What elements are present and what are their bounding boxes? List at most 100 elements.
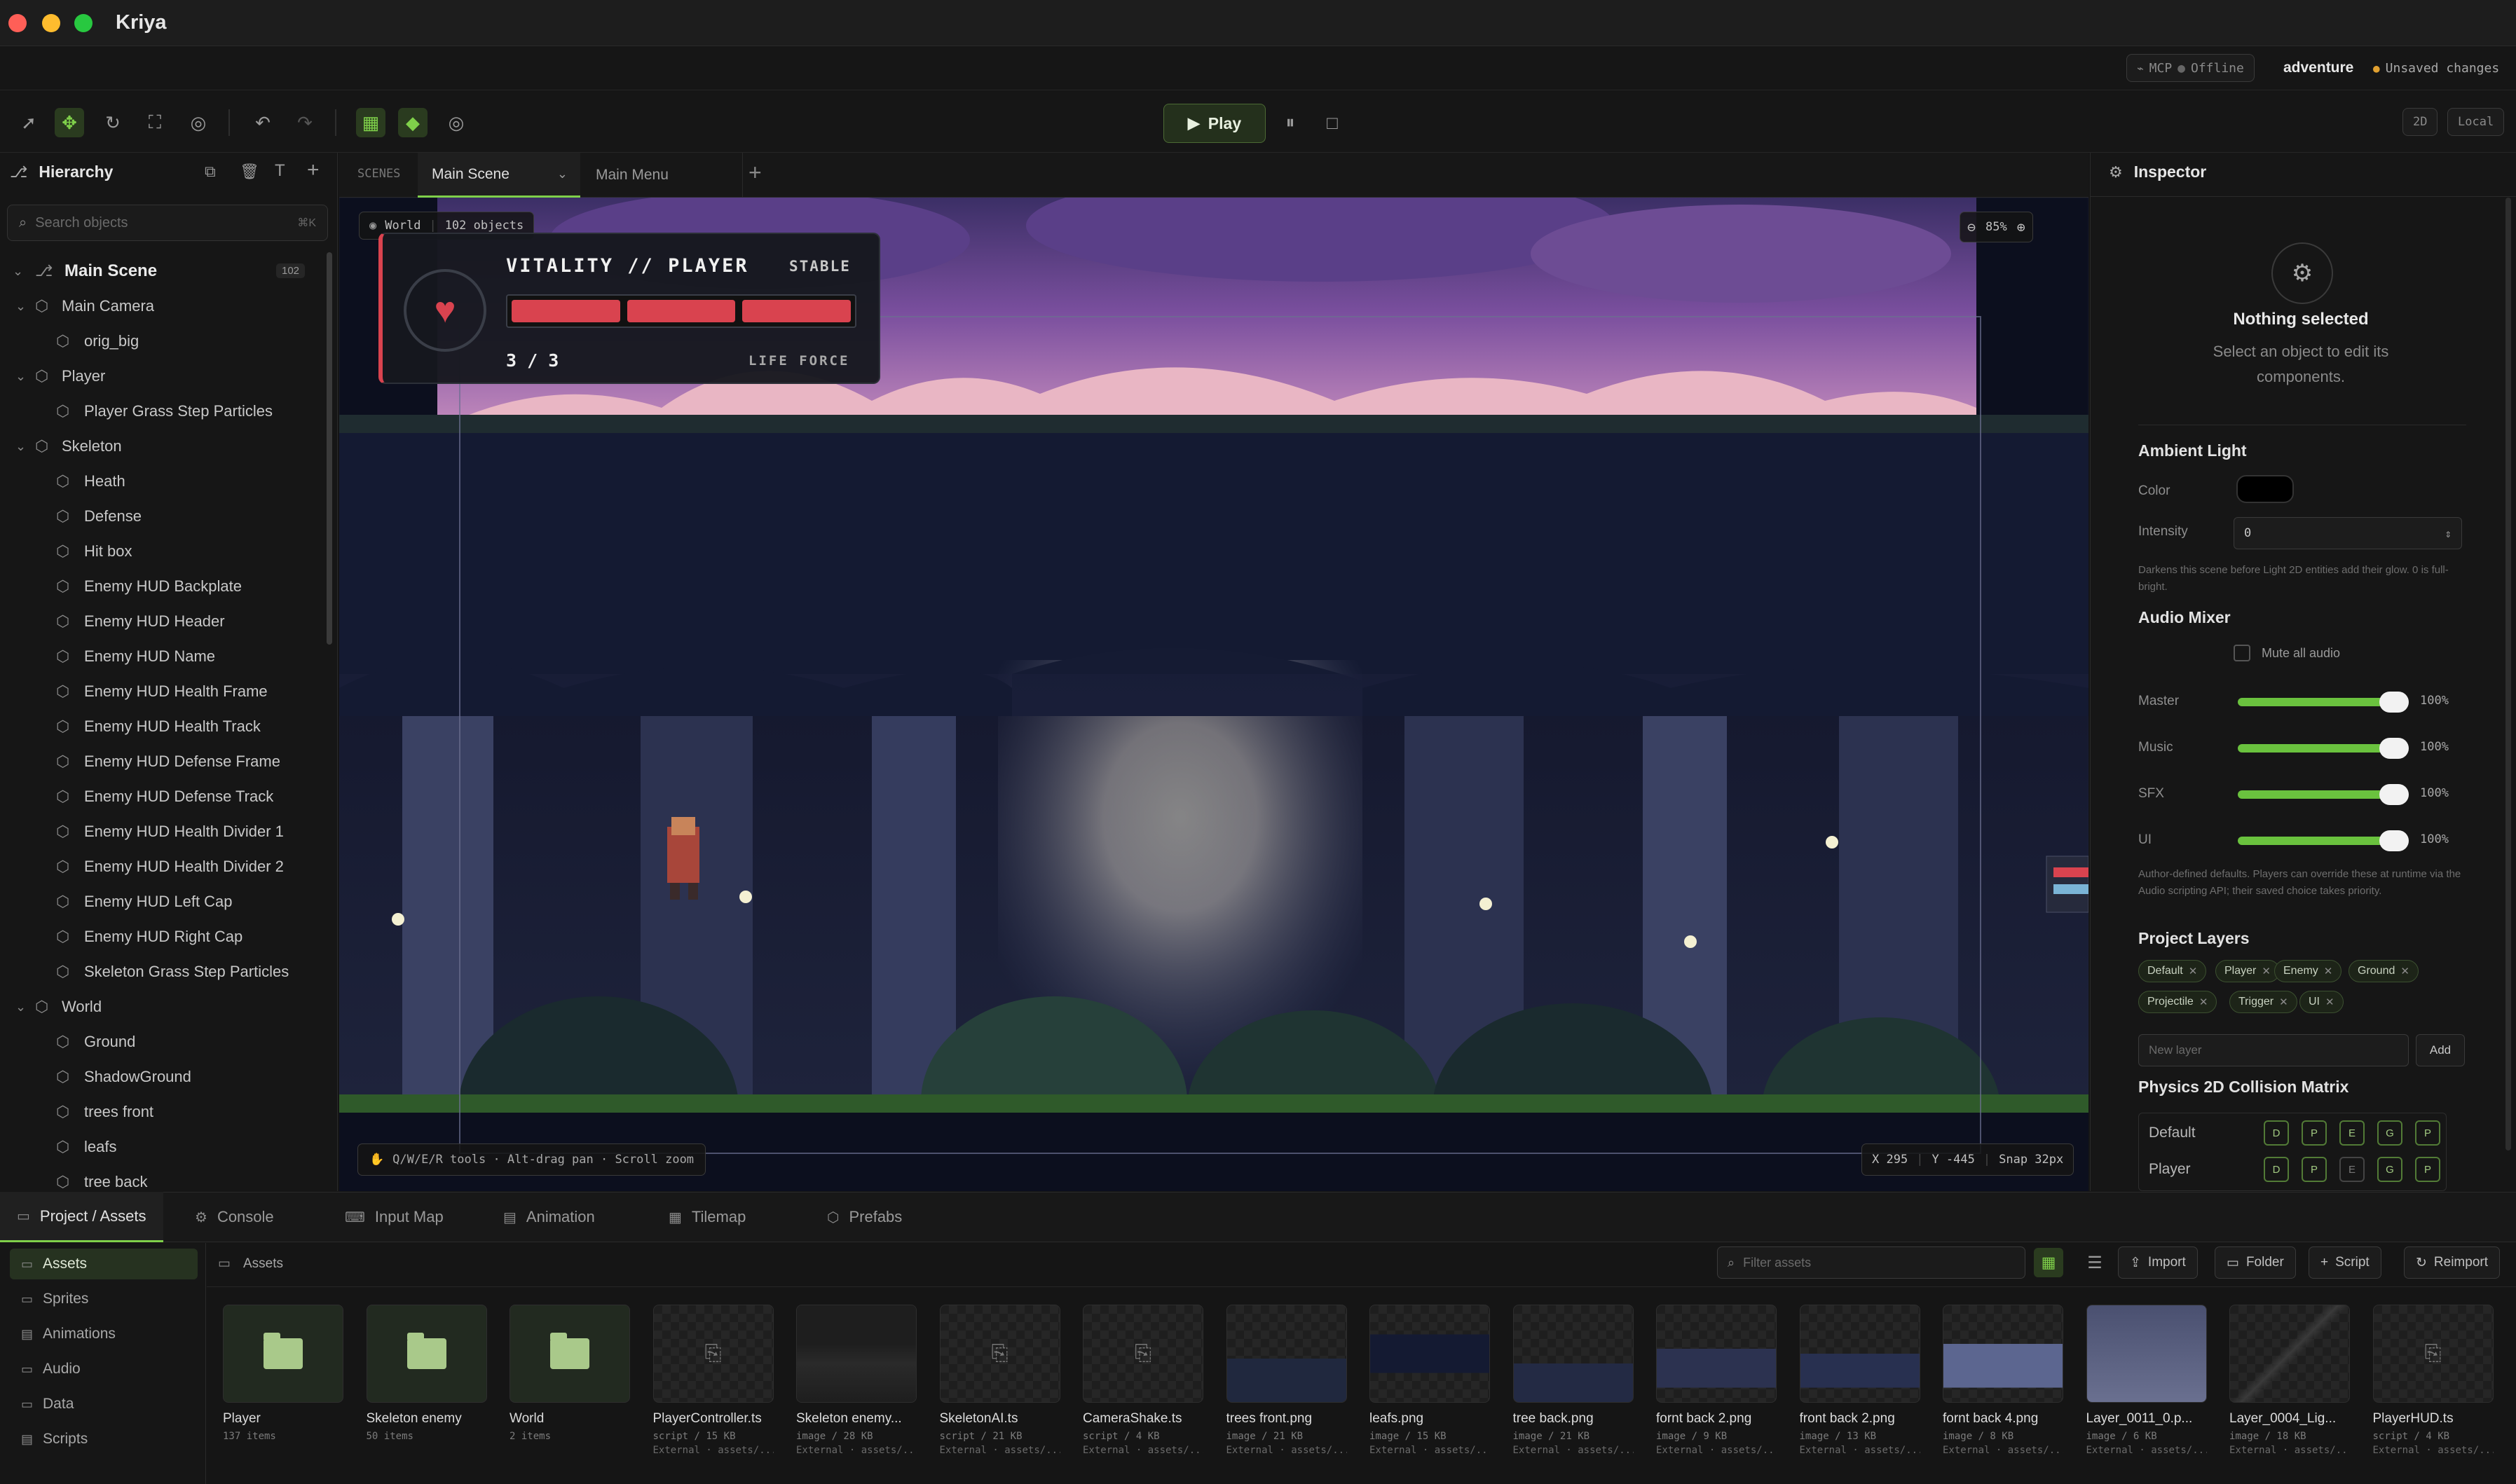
audio-slider-track[interactable]	[2238, 744, 2385, 753]
matrix-toggle[interactable]: P	[2302, 1157, 2327, 1182]
mcp-status-pill[interactable]: ⌁ MCP ● Offline	[2126, 54, 2255, 82]
hierarchy-item[interactable]: ⬡ Defense	[0, 499, 314, 534]
tab-main-scene[interactable]: Main Scene ⌄	[418, 153, 580, 198]
layer-chip[interactable]: Player ✕	[2215, 960, 2280, 982]
ambient-color-swatch[interactable]	[2236, 475, 2294, 503]
matrix-toggle[interactable]: E	[2339, 1157, 2365, 1182]
hierarchy-item[interactable]: ⌄ ⬡ Player	[0, 359, 314, 394]
space-toggle[interactable]: Local	[2447, 108, 2505, 136]
matrix-toggle[interactable]: G	[2377, 1120, 2402, 1146]
bottom-tab[interactable]: ⬡ Prefabs	[810, 1192, 919, 1242]
mode-2d-toggle[interactable]: 2D	[2402, 108, 2438, 136]
layer-chip[interactable]: Default ✕	[2138, 960, 2207, 982]
asset-tile[interactable]: World 2 items	[510, 1305, 630, 1442]
zoom-out-icon[interactable]: ⊖	[1967, 219, 1976, 235]
snap-toggle-icon[interactable]: ◆	[398, 108, 428, 137]
new-folder-button[interactable]: ▭ Folder	[2215, 1246, 2296, 1279]
text-tool-icon[interactable]: T	[275, 161, 285, 181]
grid-toggle-icon[interactable]: ▦	[356, 108, 385, 137]
asset-tile[interactable]: ⎘ PlayerHUD.ts script / 4 KB External · ass…	[2372, 1305, 2494, 1456]
hierarchy-item[interactable]: ⬡ Enemy HUD Defense Track	[0, 779, 314, 814]
close-icon[interactable]: ✕	[2325, 996, 2334, 1008]
layer-chip[interactable]: Trigger ✕	[2229, 991, 2297, 1013]
chevron-down-icon[interactable]: ⌄	[15, 299, 26, 314]
tab-main-menu[interactable]: Main Menu	[582, 153, 743, 198]
layer-chip[interactable]: Projectile ✕	[2138, 991, 2217, 1013]
mute-all-checkbox[interactable]: Mute all audio	[2234, 645, 2340, 661]
hierarchy-root-main-scene[interactable]: ⌄ ⎇ Main Scene 102	[0, 254, 314, 289]
rotate-tool-icon[interactable]: ↻	[98, 108, 128, 137]
hierarchy-item[interactable]: ⬡ trees front	[0, 1094, 314, 1129]
select-tool-icon[interactable]: ➚	[14, 108, 43, 137]
add-layer-button[interactable]: Add	[2416, 1034, 2465, 1066]
move-tool-icon[interactable]: ✥	[55, 108, 84, 137]
hierarchy-item[interactable]: ⬡ Enemy HUD Name	[0, 639, 314, 674]
assets-sidebar-item[interactable]: ▭ Data	[10, 1389, 198, 1420]
new-script-button[interactable]: + Script	[2309, 1246, 2381, 1279]
undo-icon[interactable]: ↶	[248, 108, 278, 137]
reimport-button[interactable]: ↻ Reimport	[2404, 1246, 2500, 1279]
bottom-tab[interactable]: ⌨ Input Map	[328, 1192, 460, 1242]
intensity-input[interactable]: 0 ⇕	[2234, 517, 2462, 549]
asset-tile[interactable]: ⎘ SkeletonAI.ts script / 21 KB External · a…	[939, 1305, 1060, 1456]
mute-checkbox-box[interactable]	[2234, 645, 2250, 661]
hierarchy-item[interactable]: ⬡ Enemy HUD Defense Frame	[0, 744, 314, 779]
hierarchy-item[interactable]: ⬡ Heath	[0, 464, 314, 499]
bottom-tab[interactable]: ▦ Tilemap	[652, 1192, 763, 1242]
hierarchy-item[interactable]: ⬡ Ground	[0, 1024, 314, 1059]
asset-tile[interactable]: trees front.png image / 21 KB External · a…	[1226, 1305, 1347, 1456]
assets-sidebar-item[interactable]: ▭ Sprites	[10, 1284, 198, 1314]
hierarchy-item[interactable]: ⬡ Hit box	[0, 534, 314, 569]
audio-slider-knob[interactable]	[2379, 830, 2409, 851]
matrix-toggle[interactable]: G	[2377, 1157, 2402, 1182]
asset-tile[interactable]: fornt back 2.png image / 9 KB External · a…	[1656, 1305, 1777, 1456]
hierarchy-item[interactable]: ⬡ Enemy HUD Left Cap	[0, 884, 314, 919]
hierarchy-item[interactable]: ⬡ Enemy HUD Health Divider 1	[0, 814, 314, 849]
hierarchy-item[interactable]: ⬡ Player Grass Step Particles	[0, 394, 314, 429]
breadcrumb-label[interactable]: Assets	[243, 1256, 283, 1272]
audio-slider-knob[interactable]	[2379, 738, 2409, 759]
hierarchy-item[interactable]: ⬡ Enemy HUD Health Track	[0, 709, 314, 744]
filter-assets-input[interactable]: ⌕ Filter assets	[1717, 1246, 2025, 1279]
close-icon[interactable]: ✕	[2400, 965, 2409, 977]
close-icon[interactable]: ✕	[2279, 996, 2288, 1008]
scale-tool-icon[interactable]: ⛶	[140, 108, 170, 137]
add-scene-icon[interactable]: +	[748, 160, 762, 186]
new-layer-input[interactable]: New layer	[2138, 1034, 2409, 1066]
inspector-scrollbar[interactable]	[2505, 198, 2511, 1150]
audio-slider-track[interactable]	[2238, 698, 2385, 706]
add-object-icon[interactable]: +	[307, 158, 320, 182]
hierarchy-scrollbar[interactable]	[327, 252, 332, 645]
minimize-window-button[interactable]	[42, 14, 60, 32]
hierarchy-item[interactable]: ⬡ leafs	[0, 1129, 314, 1164]
zoom-in-icon[interactable]: ⊕	[2017, 219, 2025, 235]
chevron-down-icon[interactable]: ⌄	[557, 167, 568, 181]
assets-sidebar-item[interactable]: ▭ Assets	[10, 1249, 198, 1279]
assets-sidebar-item[interactable]: ▭ Audio	[10, 1354, 198, 1385]
assets-sidebar-item[interactable]: ▤ Scripts	[10, 1424, 198, 1455]
gizmo-toggle-icon[interactable]: ◎	[442, 108, 471, 137]
assets-sidebar-item[interactable]: ▤ Animations	[10, 1319, 198, 1349]
search-input[interactable]: ⌕ Search objects ⌘K	[7, 205, 328, 241]
audio-slider-knob[interactable]	[2379, 692, 2409, 713]
hierarchy-item[interactable]: ⌄ ⬡ Main Camera	[0, 289, 314, 324]
asset-tile[interactable]: tree back.png image / 21 KB External · ass…	[1512, 1305, 1634, 1456]
grid-view-icon[interactable]: ▦	[2034, 1248, 2063, 1277]
asset-tile[interactable]: ⎘ PlayerController.ts script / 15 KB Extern…	[652, 1305, 774, 1456]
asset-tile[interactable]: ⎘ CameraShake.ts script / 4 KB External · a…	[1083, 1305, 1203, 1456]
matrix-toggle[interactable]: D	[2264, 1157, 2289, 1182]
chevron-down-icon[interactable]: ⌄	[15, 369, 26, 384]
asset-tile[interactable]: front back 2.png image / 13 KB External · …	[1799, 1305, 1920, 1456]
bottom-tab[interactable]: ▤ Animation	[486, 1192, 612, 1242]
layer-chip[interactable]: UI ✕	[2299, 991, 2344, 1013]
hierarchy-item[interactable]: ⌄ ⬡ Skeleton	[0, 429, 314, 464]
hierarchy-item[interactable]: ⌄ ⬡ World	[0, 989, 314, 1024]
asset-tile[interactable]: Layer_0004_Lig... image / 18 KB External ·…	[2229, 1305, 2350, 1456]
layer-chip[interactable]: Ground ✕	[2349, 960, 2419, 982]
matrix-toggle[interactable]: P	[2415, 1120, 2440, 1146]
hierarchy-item[interactable]: ⬡ Skeleton Grass Step Particles	[0, 954, 314, 989]
chevron-down-icon[interactable]: ⌄	[15, 1000, 26, 1015]
matrix-toggle[interactable]: P	[2302, 1120, 2327, 1146]
close-window-button[interactable]	[8, 14, 27, 32]
hierarchy-item[interactable]: ⬡ Enemy HUD Backplate	[0, 569, 314, 604]
